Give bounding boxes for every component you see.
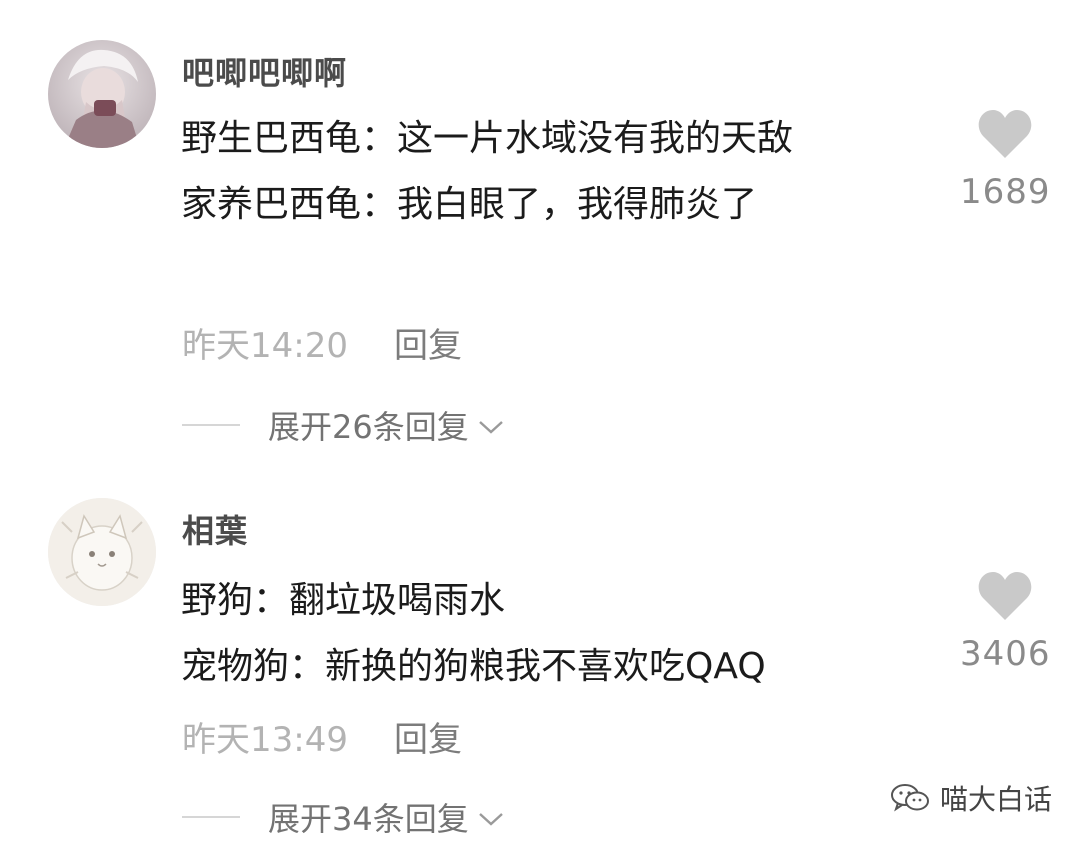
avatar[interactable] xyxy=(48,40,156,148)
comment-line: 家养巴西龟：我白眼了，我得肺炎了 xyxy=(181,184,758,225)
expand-replies-label: 展开34条回复 xyxy=(268,800,469,838)
heart-icon xyxy=(977,108,1033,160)
expand-replies-button[interactable]: 展开26条回复 xyxy=(182,402,505,448)
comment-line: 野狗：翻垃圾喝雨水 xyxy=(181,580,506,621)
avatar[interactable] xyxy=(48,498,156,606)
comment-line: 野生巴西龟：这一片水域没有我的天敌 xyxy=(181,118,794,159)
watermark: 喵大白话 xyxy=(890,778,1052,818)
watermark-text: 喵大白话 xyxy=(939,783,1052,816)
chevron-down-icon xyxy=(477,798,505,836)
reply-button[interactable]: 回复 xyxy=(394,326,462,366)
expand-replies-label: 展开26条回复 xyxy=(268,408,469,446)
comment-item: 吧唧吧唧啊 野生巴西龟：这一片水域没有我的天敌 家养巴西龟：我白眼了，我得肺炎了… xyxy=(0,0,1080,470)
timestamp: 昨天13:49 xyxy=(182,720,348,760)
expand-replies-button[interactable]: 展开34条回复 xyxy=(182,794,505,840)
divider xyxy=(182,816,240,818)
comment-meta: 昨天13:49 回复 xyxy=(182,712,462,761)
heart-icon xyxy=(977,570,1033,622)
divider xyxy=(182,424,240,426)
username[interactable]: 相葉 xyxy=(182,506,248,552)
like-count: 3406 xyxy=(960,634,1051,674)
like-button[interactable]: 3406 xyxy=(960,570,1050,674)
like-count: 1689 xyxy=(960,172,1051,212)
username[interactable]: 吧唧吧唧啊 xyxy=(182,48,347,94)
comment-meta: 昨天14:20 回复 xyxy=(182,318,462,367)
comment-text: 野生巴西龟：这一片水域没有我的天敌 家养巴西龟：我白眼了，我得肺炎了 xyxy=(181,106,916,238)
timestamp: 昨天14:20 xyxy=(182,326,348,366)
reply-button[interactable]: 回复 xyxy=(394,720,462,760)
chevron-down-icon xyxy=(477,406,505,444)
comment-text: 野狗：翻垃圾喝雨水 宠物狗：新换的狗粮我不喜欢吃QAQ xyxy=(181,568,916,700)
comment-line: 宠物狗：新换的狗粮我不喜欢吃QAQ xyxy=(181,646,766,687)
wechat-icon xyxy=(890,782,930,814)
like-button[interactable]: 1689 xyxy=(960,108,1050,212)
